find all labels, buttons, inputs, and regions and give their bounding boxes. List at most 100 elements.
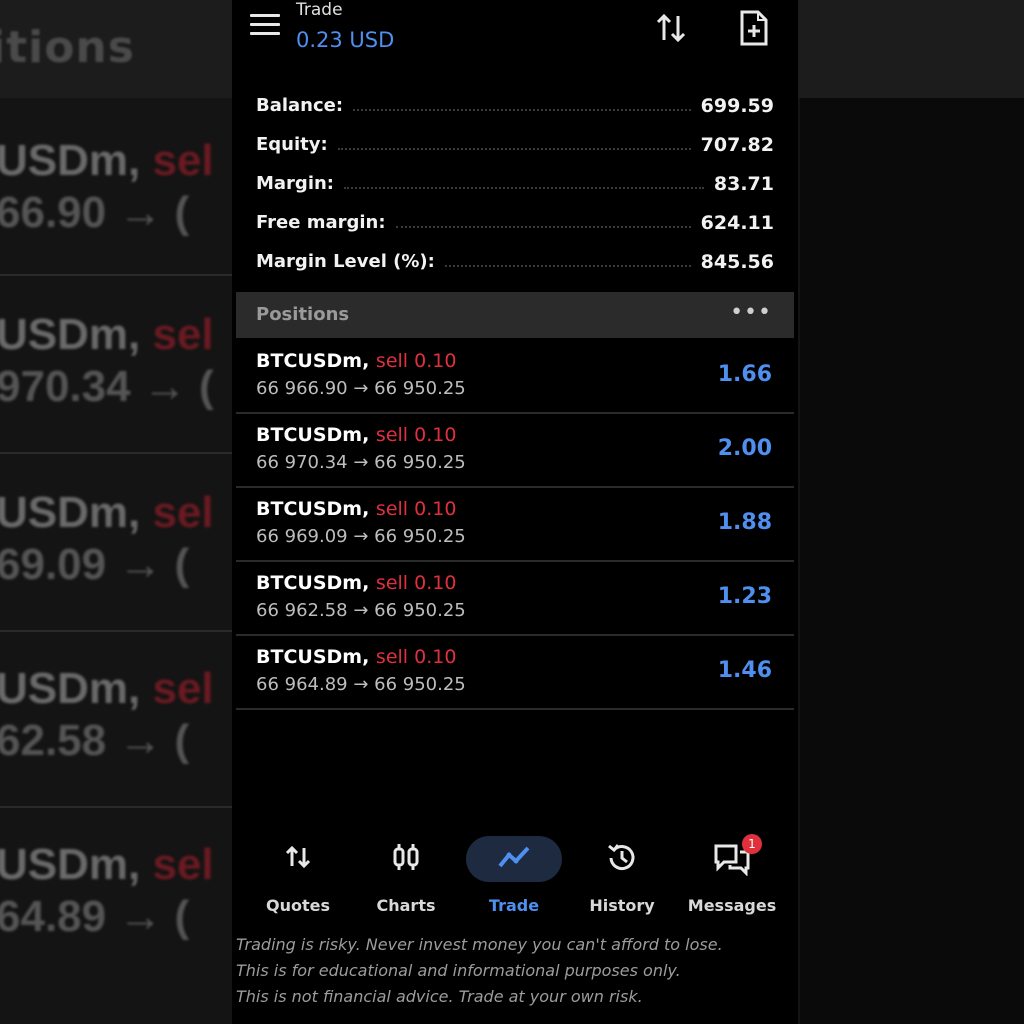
- background-row: USDm, sel 970.34 → (: [0, 300, 240, 460]
- unread-badge: 1: [742, 834, 762, 854]
- position-side: sell 0.10: [375, 646, 457, 668]
- summary-label: Margin Level (%):: [256, 251, 435, 272]
- trade-icon: [494, 840, 534, 878]
- background-row-prices: 66.90 → (: [0, 188, 190, 237]
- nav-charts[interactable]: Charts: [350, 832, 462, 924]
- position-symbol: BTCUSDm,: [256, 572, 370, 594]
- summary-row-free-margin: Free margin: 624.11: [256, 203, 774, 242]
- risk-disclaimer: Trading is risky. Never invest money you…: [236, 932, 796, 1010]
- background-row-prices: 970.34 → (: [0, 362, 214, 411]
- position-side: sell 0.10: [375, 350, 457, 372]
- nav-label: Charts: [376, 896, 436, 915]
- summary-row-equity: Equity: 707.82: [256, 125, 774, 164]
- more-options-icon[interactable]: •••: [730, 300, 772, 325]
- positions-list: BTCUSDm, sell 0.10 66 966.90 → 66 950.25…: [236, 340, 794, 710]
- nav-label: Quotes: [265, 896, 330, 915]
- position-profit: 1.23: [717, 584, 772, 609]
- dotted-leader: [444, 264, 691, 267]
- nav-label: Trade: [488, 896, 540, 915]
- background-row-prices: 69.09 → (: [0, 540, 190, 589]
- trade-screen: Trade 0.23 USD Balance: 699.59 Equity: 7…: [232, 0, 798, 1024]
- summary-value: 845.56: [700, 250, 774, 273]
- screen-title: Trade: [296, 0, 343, 20]
- position-side: sell 0.10: [375, 498, 457, 520]
- nav-quotes[interactable]: Quotes: [242, 832, 354, 924]
- position-row[interactable]: BTCUSDm, sell 0.10 66 962.58 → 66 950.25…: [236, 562, 794, 636]
- position-profit: 1.46: [717, 658, 772, 683]
- summary-label: Margin:: [256, 173, 335, 194]
- position-row[interactable]: BTCUSDm, sell 0.10 66 970.34 → 66 950.25…: [236, 414, 794, 488]
- summary-value: 624.11: [700, 211, 774, 234]
- quotes-icon: [281, 840, 315, 878]
- dotted-leader: [344, 186, 704, 189]
- background-row-side: sel: [152, 664, 214, 713]
- disclaimer-line: Trading is risky. Never invest money you…: [236, 935, 723, 954]
- position-symbol: BTCUSDm,: [256, 424, 370, 446]
- positions-title: Positions: [256, 304, 350, 325]
- position-prices: 66 969.09 → 66 950.25: [256, 526, 466, 547]
- position-profit: 1.66: [717, 362, 772, 387]
- hamburger-menu-icon[interactable]: [250, 14, 280, 36]
- background-row-prices: 62.58 → (: [0, 716, 190, 765]
- background-row-side: sel: [152, 840, 214, 889]
- dotted-leader: [395, 225, 691, 228]
- position-row[interactable]: BTCUSDm, sell 0.10 66 969.09 → 66 950.25…: [236, 488, 794, 562]
- top-bar: Trade 0.23 USD: [232, 0, 798, 78]
- new-document-icon[interactable]: [736, 8, 772, 52]
- sort-arrows-icon[interactable]: [652, 8, 692, 52]
- history-icon: [604, 840, 640, 880]
- nav-label: Messages: [687, 896, 777, 915]
- disclaimer-line: This is for educational and informationa…: [236, 961, 681, 980]
- background-row: USDm, sel 66.90 → (: [0, 126, 240, 286]
- position-prices: 66 970.34 → 66 950.25: [256, 452, 466, 473]
- background-row-symbol: USDm,: [0, 136, 141, 185]
- summary-row-margin-level: Margin Level (%): 845.56: [256, 242, 774, 281]
- nav-trade[interactable]: Trade: [458, 832, 570, 924]
- background-divider: [0, 806, 240, 808]
- summary-row-balance: Balance: 699.59: [256, 86, 774, 125]
- position-row[interactable]: BTCUSDm, sell 0.10 66 964.89 → 66 950.25…: [236, 636, 794, 710]
- background-divider: [0, 274, 240, 276]
- nav-history[interactable]: History: [566, 832, 678, 924]
- background-row-side: sel: [152, 136, 214, 185]
- background-row-symbol: USDm,: [0, 310, 141, 359]
- bottom-navigation: Quotes Charts Trade History 1 Messages: [232, 832, 798, 928]
- background-row: USDm, sel 62.58 → (: [0, 654, 240, 814]
- background-row-symbol: USDm,: [0, 840, 141, 889]
- profit-total: 0.23 USD: [296, 28, 395, 52]
- background-row-side: sel: [152, 488, 214, 537]
- position-symbol: BTCUSDm,: [256, 498, 370, 520]
- summary-value: 707.82: [700, 133, 774, 156]
- background-row-symbol: USDm,: [0, 488, 141, 537]
- account-summary: Balance: 699.59 Equity: 707.82 Margin: 8…: [256, 86, 774, 281]
- position-profit: 2.00: [717, 436, 772, 461]
- position-prices: 66 962.58 → 66 950.25: [256, 600, 466, 621]
- background-row-prices: 64.89 → (: [0, 892, 190, 941]
- summary-label: Free margin:: [256, 212, 386, 233]
- dotted-leader: [353, 108, 691, 111]
- background-row-side: sel: [152, 310, 214, 359]
- position-side: sell 0.10: [375, 424, 457, 446]
- position-prices: 66 966.90 → 66 950.25: [256, 378, 466, 399]
- background-divider: [0, 630, 240, 632]
- nav-label: History: [589, 896, 655, 915]
- position-symbol: BTCUSDm,: [256, 350, 370, 372]
- position-symbol: BTCUSDm,: [256, 646, 370, 668]
- messages-icon: 1: [712, 834, 762, 880]
- summary-label: Equity:: [256, 134, 328, 155]
- background-right-panel: [800, 98, 1024, 1024]
- background-divider: [0, 452, 240, 454]
- position-side: sell 0.10: [375, 572, 457, 594]
- disclaimer-line: This is not financial advice. Trade at y…: [236, 987, 643, 1006]
- nav-messages[interactable]: 1 Messages: [676, 832, 788, 924]
- summary-value: 699.59: [700, 94, 774, 117]
- background-row: USDm, sel 69.09 → (: [0, 478, 240, 638]
- position-prices: 66 964.89 → 66 950.25: [256, 674, 466, 695]
- position-row[interactable]: BTCUSDm, sell 0.10 66 966.90 → 66 950.25…: [236, 340, 794, 414]
- background-row-symbol: USDm,: [0, 664, 141, 713]
- summary-label: Balance:: [256, 95, 344, 116]
- summary-value: 83.71: [713, 172, 774, 195]
- dotted-leader: [337, 147, 691, 150]
- summary-row-margin: Margin: 83.71: [256, 164, 774, 203]
- positions-header: Positions •••: [236, 292, 794, 338]
